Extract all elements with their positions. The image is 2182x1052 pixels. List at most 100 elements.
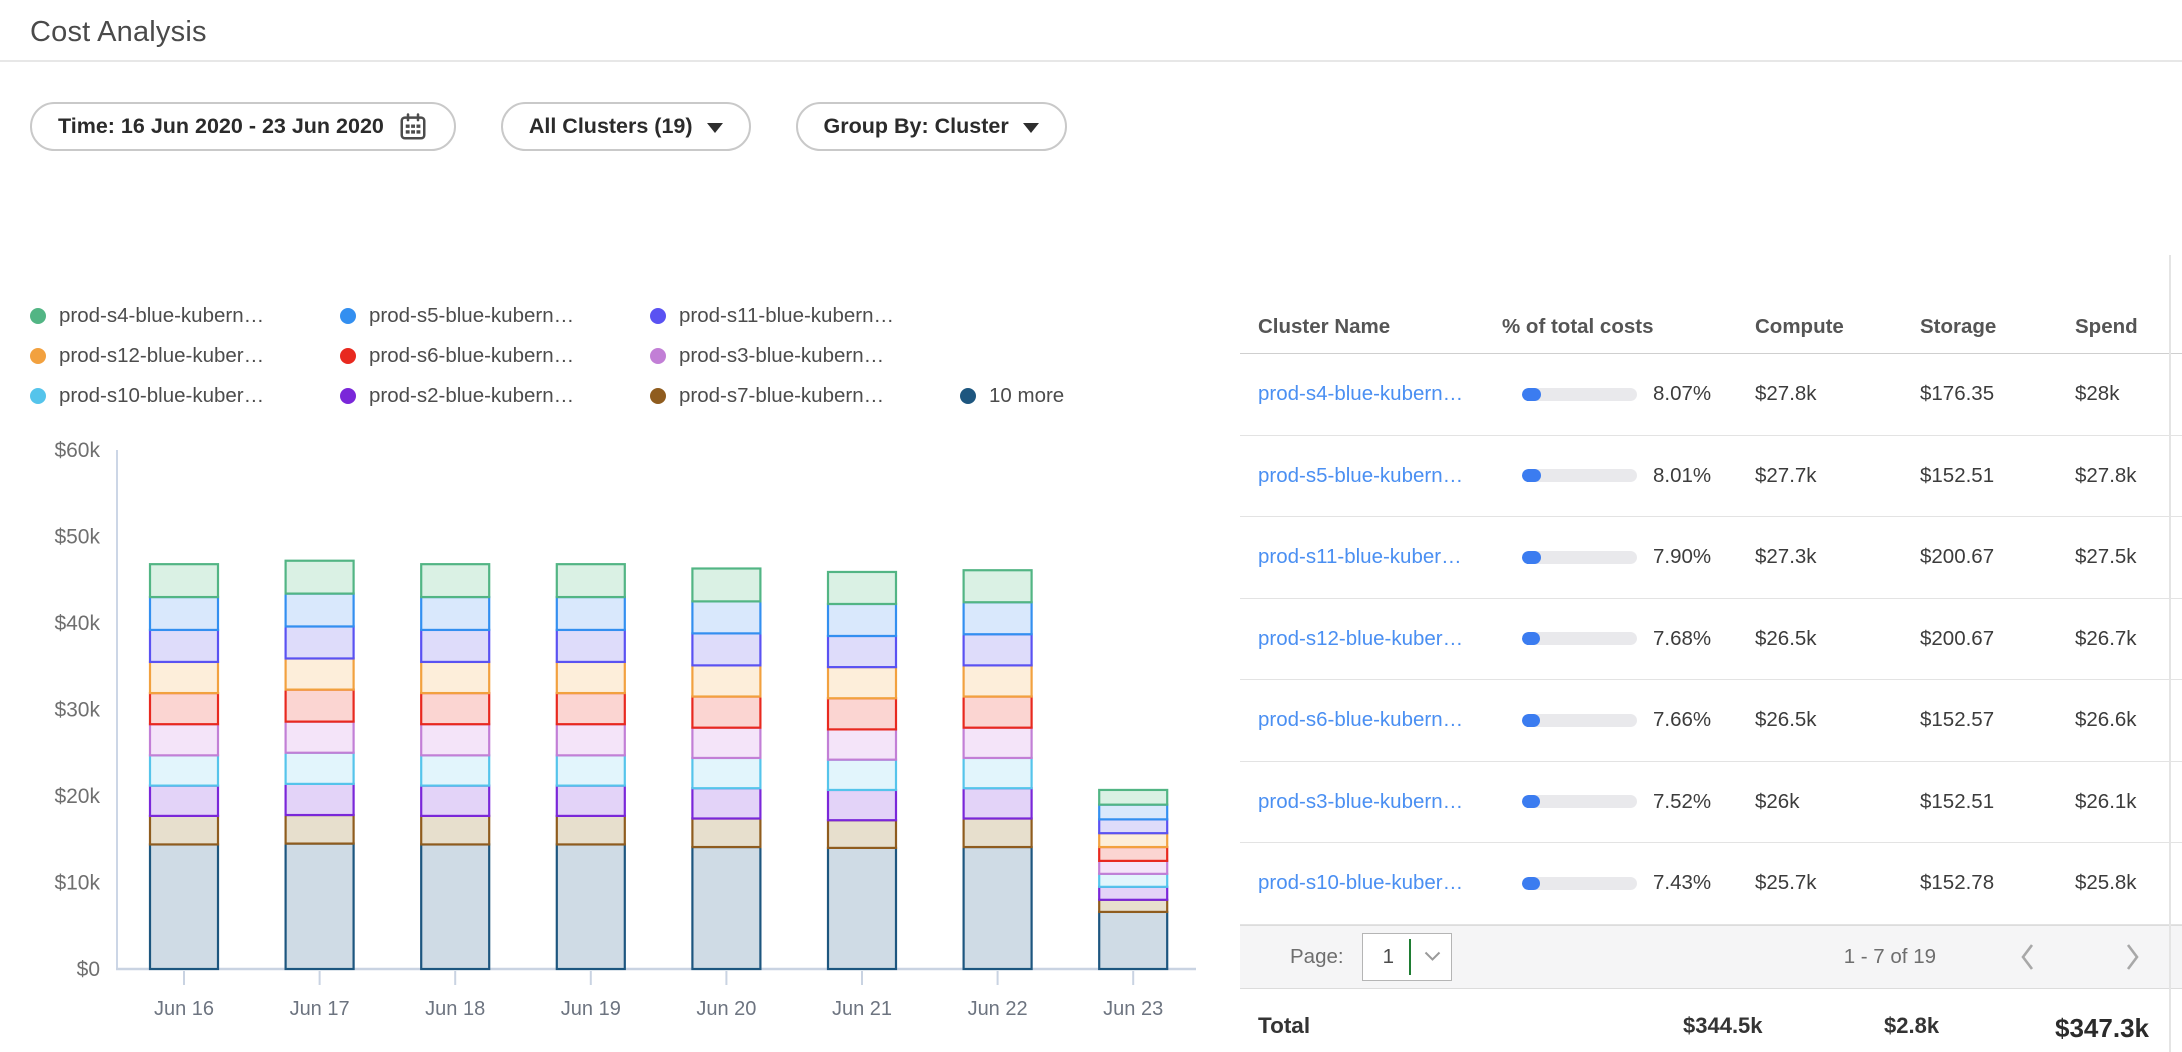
bar-segment[interactable] [150,693,218,724]
legend-item[interactable]: prod-s3-blue-kubern… [650,336,960,376]
bar-segment[interactable] [1099,861,1167,874]
bar-segment[interactable] [964,758,1032,788]
bar-segment[interactable] [964,818,1032,847]
bar-segment[interactable] [286,784,354,815]
bar-segment[interactable] [1099,912,1167,969]
bar-segment[interactable] [692,601,760,633]
cluster-name-link[interactable]: prod-s5-blue-kubern… [1258,464,1463,488]
group-by-button[interactable]: Group By: Cluster [796,102,1067,151]
legend-item[interactable]: prod-s5-blue-kubern… [340,296,650,336]
cluster-name-link[interactable]: prod-s10-blue-kuber… [1258,871,1463,895]
legend-item[interactable]: prod-s6-blue-kubern… [340,336,650,376]
bar-segment[interactable] [286,658,354,689]
cluster-name-link[interactable]: prod-s3-blue-kubern… [1258,790,1463,814]
bar-segment[interactable] [828,790,896,820]
bar-segment[interactable] [828,636,896,667]
bar-segment[interactable] [286,594,354,627]
bar-segment[interactable] [692,697,760,728]
next-page-button[interactable] [2120,940,2144,974]
legend-item[interactable]: prod-s4-blue-kubern… [30,296,340,336]
bar-segment[interactable] [692,818,760,847]
bar-segment[interactable] [1099,874,1167,887]
bar-segment[interactable] [421,564,489,597]
bar-segment[interactable] [557,755,625,785]
bar-segment[interactable] [1099,805,1167,820]
bar-segment[interactable] [828,848,896,969]
legend-item[interactable]: prod-s11-blue-kubern… [650,296,960,336]
bar-segment[interactable] [421,816,489,845]
bar-segment[interactable] [1099,900,1167,912]
bar-segment[interactable] [150,597,218,630]
bar-segment[interactable] [557,816,625,845]
bar-segment[interactable] [828,604,896,636]
bar-segment[interactable] [557,630,625,662]
bar-segment[interactable] [1099,887,1167,900]
bar-segment[interactable] [150,724,218,755]
bar-segment[interactable] [828,729,896,759]
bar-segment[interactable] [286,626,354,658]
bar-segment[interactable] [421,724,489,755]
bar-segment[interactable] [286,844,354,969]
bar-segment[interactable] [286,690,354,722]
bar-segment[interactable] [150,564,218,597]
legend-item[interactable]: prod-s7-blue-kubern… [650,376,960,416]
bar-segment[interactable] [692,633,760,665]
bar-segment[interactable] [557,662,625,693]
bar-segment[interactable] [150,662,218,693]
cluster-name-link[interactable]: prod-s6-blue-kubern… [1258,708,1463,732]
cluster-name-link[interactable]: prod-s12-blue-kuber… [1258,627,1463,651]
legend-item[interactable]: prod-s2-blue-kubern… [340,376,650,416]
bar-segment[interactable] [1099,819,1167,833]
bar-segment[interactable] [421,755,489,785]
bar-segment[interactable] [557,564,625,597]
bar-segment[interactable] [421,662,489,693]
bar-segment[interactable] [964,788,1032,818]
bar-segment[interactable] [421,597,489,630]
bar-segment[interactable] [1099,790,1167,805]
bar-segment[interactable] [964,665,1032,696]
bar-segment[interactable] [692,758,760,788]
bar-segment[interactable] [964,728,1032,758]
legend-item[interactable]: 10 more [960,376,1064,416]
cluster-name-link[interactable]: prod-s11-blue-kuber… [1258,545,1462,569]
bar-segment[interactable] [692,728,760,758]
bar-segment[interactable] [150,816,218,845]
bar-segment[interactable] [286,561,354,594]
bar-segment[interactable] [557,844,625,969]
page-select[interactable]: 1 [1362,933,1452,981]
bar-segment[interactable] [421,693,489,724]
bar-segment[interactable] [286,815,354,844]
bar-segment[interactable] [286,753,354,784]
legend-item[interactable]: prod-s10-blue-kuber… [30,376,340,416]
bar-segment[interactable] [557,693,625,724]
bar-segment[interactable] [557,786,625,816]
clusters-filter-button[interactable]: All Clusters (19) [501,102,751,151]
bar-segment[interactable] [964,634,1032,665]
bar-segment[interactable] [150,755,218,785]
cluster-name-link[interactable]: prod-s4-blue-kubern… [1258,382,1463,406]
bar-segment[interactable] [964,847,1032,969]
bar-segment[interactable] [421,844,489,969]
bar-segment[interactable] [286,722,354,753]
bar-segment[interactable] [1099,833,1167,847]
bar-segment[interactable] [150,844,218,969]
bar-segment[interactable] [557,597,625,630]
bar-segment[interactable] [557,724,625,755]
bar-segment[interactable] [828,698,896,729]
bar-segment[interactable] [692,847,760,969]
bar-segment[interactable] [692,788,760,818]
bar-segment[interactable] [692,569,760,602]
bar-segment[interactable] [828,820,896,848]
bar-segment[interactable] [828,667,896,698]
bar-segment[interactable] [1099,847,1167,861]
bar-segment[interactable] [150,630,218,662]
bar-segment[interactable] [964,602,1032,634]
bar-segment[interactable] [964,697,1032,728]
bar-segment[interactable] [421,630,489,662]
bar-segment[interactable] [150,786,218,816]
legend-item[interactable]: prod-s12-blue-kuber… [30,336,340,376]
prev-page-button[interactable] [2016,940,2040,974]
bar-segment[interactable] [828,760,896,790]
bar-segment[interactable] [964,570,1032,602]
bar-segment[interactable] [421,786,489,816]
